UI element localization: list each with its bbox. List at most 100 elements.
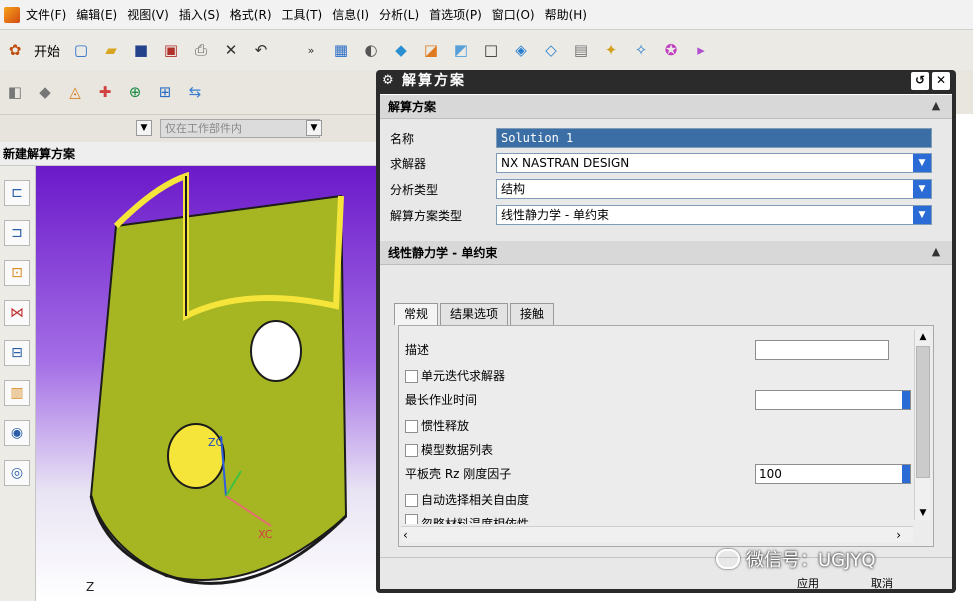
- max-job-time-input[interactable]: [755, 390, 911, 410]
- menu-analysis[interactable]: 分析(L): [379, 6, 419, 23]
- chevron-down-icon[interactable]: ▼: [913, 206, 931, 224]
- layer-icon[interactable]: ◩: [450, 39, 472, 61]
- name-label: 名称: [390, 132, 415, 146]
- model-data-list-checkbox[interactable]: [405, 443, 418, 457]
- save-as-icon[interactable]: ▣: [160, 39, 182, 61]
- menu-info[interactable]: 信息(I): [332, 6, 369, 23]
- auto-dof-checkbox[interactable]: [405, 493, 418, 507]
- name-value: Solution 1: [501, 131, 574, 145]
- vertical-scrollbar[interactable]: ▲ ▼: [914, 330, 930, 520]
- solve-icon[interactable]: ⇆: [184, 81, 206, 103]
- analysis-icon[interactable]: ✦: [600, 39, 622, 61]
- tab-contact[interactable]: 接触: [510, 303, 555, 325]
- start-icon[interactable]: ✿: [4, 39, 26, 61]
- help-icon[interactable]: ✪: [660, 39, 682, 61]
- close-button[interactable]: ✕: [932, 72, 950, 90]
- inertia-relief-row[interactable]: 惯性释放: [405, 416, 469, 436]
- start-button[interactable]: 开始: [34, 41, 60, 60]
- element-iterative-checkbox[interactable]: [405, 369, 418, 383]
- constraint-navigator-icon[interactable]: ⋈: [4, 300, 30, 326]
- chevron-down-icon[interactable]: [902, 391, 910, 409]
- analysis-type-label: 分析类型: [390, 183, 439, 197]
- ignore-material-row[interactable]: 忽略材料温度相依性: [405, 514, 529, 524]
- menu-insert[interactable]: 插入(S): [179, 6, 220, 23]
- delete-icon[interactable]: ✕: [220, 39, 242, 61]
- chevron-down-icon[interactable]: ▼: [913, 154, 931, 172]
- roles-icon[interactable]: ▥: [4, 380, 30, 406]
- model-data-list-row[interactable]: 模型数据列表: [405, 440, 493, 460]
- part-navigator-icon[interactable]: ⊐: [4, 220, 30, 246]
- name-input[interactable]: Solution 1: [496, 128, 932, 148]
- play-icon[interactable]: ▸: [690, 39, 712, 61]
- graphics-window[interactable]: ZC XC Z: [36, 166, 381, 601]
- apply-button[interactable]: 应用: [778, 573, 838, 595]
- measure-icon[interactable]: ▤: [570, 39, 592, 61]
- inertia-relief-label: 惯性释放: [421, 419, 470, 433]
- resource-bar: ⊏ ⊐ ⊡ ⋈ ⊟ ▥ ◉ ◎: [0, 166, 36, 601]
- toolbar-overflow-icon[interactable]: »: [300, 39, 322, 61]
- history-icon[interactable]: ◎: [4, 460, 30, 486]
- menu-format[interactable]: 格式(R): [230, 6, 272, 23]
- reset-button[interactable]: ↺: [911, 72, 929, 90]
- open-folder-icon[interactable]: ▰: [100, 39, 122, 61]
- save-icon[interactable]: ■: [130, 39, 152, 61]
- menu-tools[interactable]: 工具(T): [282, 6, 323, 23]
- mesh-icon[interactable]: ⊞: [154, 81, 176, 103]
- ignore-material-checkbox[interactable]: [405, 514, 418, 524]
- part-navigator-title: 新建解算方案: [0, 142, 380, 166]
- scroll-left-icon[interactable]: ‹: [403, 527, 408, 543]
- load-icon[interactable]: ✚: [94, 81, 116, 103]
- undo-icon[interactable]: ↶: [250, 39, 272, 61]
- auto-dof-row[interactable]: 自动选择相关自由度: [405, 490, 529, 510]
- element-iterative-row[interactable]: 单元迭代求解器: [405, 366, 505, 386]
- horizontal-scrollbar[interactable]: ‹ ›: [401, 526, 913, 542]
- web-browser-icon[interactable]: ◉: [4, 420, 30, 446]
- description-input[interactable]: [755, 340, 889, 360]
- cube-view-icon[interactable]: ◆: [390, 39, 412, 61]
- chevron-down-icon[interactable]: [902, 465, 910, 483]
- menu-edit[interactable]: 编辑(E): [76, 6, 117, 23]
- constraint-icon[interactable]: ⊕: [124, 81, 146, 103]
- scroll-right-icon[interactable]: ›: [896, 527, 901, 543]
- collapse-icon[interactable]: ▲: [928, 244, 944, 260]
- cancel-button[interactable]: 取消: [852, 573, 912, 595]
- fit-view-icon[interactable]: ▦: [330, 39, 352, 61]
- collapse-icon[interactable]: ▲: [928, 98, 944, 114]
- type-filter-dropdown[interactable]: ▼: [136, 120, 152, 136]
- shaded-icon[interactable]: ◧: [4, 81, 26, 103]
- render-style-icon[interactable]: ◐: [360, 39, 382, 61]
- snap-icon[interactable]: ✧: [630, 39, 652, 61]
- section-view-icon[interactable]: ◪: [420, 39, 442, 61]
- menu-window[interactable]: 窗口(O): [492, 6, 535, 23]
- solution-type-label: 解算方案类型: [390, 209, 463, 223]
- new-file-icon[interactable]: ▢: [70, 39, 92, 61]
- scroll-up-icon[interactable]: ▲: [915, 330, 931, 344]
- scope-filter[interactable]: 仅在工作部件内: [160, 119, 320, 138]
- simulation-navigator-icon[interactable]: ⊡: [4, 260, 30, 286]
- menu-file[interactable]: 文件(F): [26, 6, 66, 23]
- orient-icon[interactable]: ◈: [510, 39, 532, 61]
- color-square-icon[interactable]: □: [480, 39, 502, 61]
- print-icon[interactable]: ⎙: [190, 39, 212, 61]
- section-solution-header[interactable]: 解算方案 ▲: [380, 95, 952, 119]
- menu-help[interactable]: 帮助(H): [545, 6, 587, 23]
- solver-select[interactable]: NX NASTRAN DESIGN ▼: [496, 153, 932, 173]
- assembly-icon[interactable]: ◬: [64, 81, 86, 103]
- section-linear-static-header[interactable]: 线性静力学 - 单约束 ▲: [380, 241, 952, 265]
- scroll-thumb[interactable]: [916, 346, 930, 478]
- wcs-icon[interactable]: ◇: [540, 39, 562, 61]
- wireframe-icon[interactable]: ◆: [34, 81, 56, 103]
- reuse-library-icon[interactable]: ⊟: [4, 340, 30, 366]
- plate-rz-input[interactable]: 100: [755, 464, 911, 484]
- menu-view[interactable]: 视图(V): [127, 6, 169, 23]
- tab-general[interactable]: 常规: [394, 303, 439, 325]
- tab-result-options[interactable]: 结果选项: [440, 303, 509, 325]
- chevron-down-icon[interactable]: ▼: [913, 180, 931, 198]
- assembly-navigator-icon[interactable]: ⊏: [4, 180, 30, 206]
- analysis-type-select[interactable]: 结构 ▼: [496, 179, 932, 199]
- scope-filter-dropdown[interactable]: ▼: [306, 120, 322, 136]
- inertia-relief-checkbox[interactable]: [405, 419, 418, 433]
- scroll-down-icon[interactable]: ▼: [915, 506, 931, 520]
- solution-type-select[interactable]: 线性静力学 - 单约束 ▼: [496, 205, 932, 225]
- menu-preferences[interactable]: 首选项(P): [429, 6, 482, 23]
